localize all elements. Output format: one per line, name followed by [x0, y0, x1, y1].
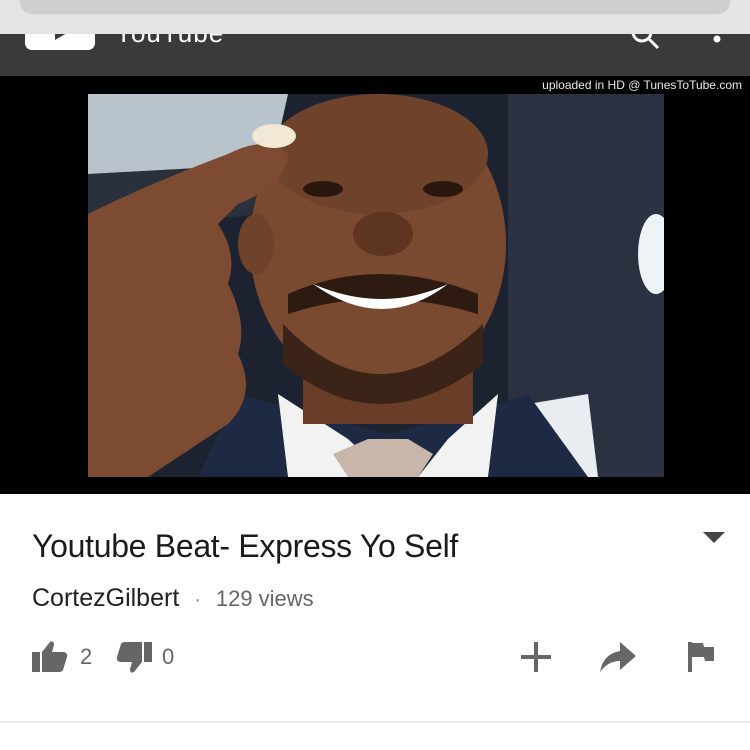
like-count: 2 — [80, 644, 93, 669]
action-bar: 2 0 — [0, 634, 750, 684]
search-icon[interactable] — [630, 34, 660, 50]
share-icon[interactable] — [600, 642, 636, 672]
play-triangle-icon — [55, 34, 67, 40]
video-info-panel: Youtube Beat- Express Yo Self CortezGilb… — [0, 494, 750, 750]
video-player[interactable]: uploaded in HD @ TunesToTube.com — [0, 76, 750, 494]
view-count: 129 views — [215, 586, 314, 611]
more-vert-icon[interactable] — [712, 34, 722, 44]
divider — [0, 721, 750, 723]
status-bar — [0, 0, 750, 34]
youtube-logo-icon[interactable] — [25, 34, 95, 50]
channel-name[interactable]: CortezGilbert — [32, 584, 179, 612]
channel-line: CortezGilbert · 129 views — [32, 584, 314, 613]
thumbs-down-icon[interactable] — [116, 642, 152, 674]
separator-dot: · — [194, 589, 201, 611]
video-watermark: uploaded in HD @ TunesToTube.com — [542, 78, 742, 92]
video-thumbnail-image — [88, 94, 664, 477]
add-icon[interactable] — [521, 642, 551, 672]
flag-icon[interactable] — [688, 642, 714, 672]
expand-caret-icon[interactable] — [703, 532, 725, 543]
dislike-count: 0 — [162, 644, 175, 669]
video-title[interactable]: Youtube Beat- Express Yo Self — [32, 528, 458, 565]
browser-address-pill — [20, 0, 730, 14]
app-title: YouTube — [115, 34, 224, 49]
app-header: YouTube — [0, 34, 750, 76]
thumbs-up-icon[interactable] — [32, 640, 68, 672]
video-frame[interactable] — [88, 94, 664, 477]
